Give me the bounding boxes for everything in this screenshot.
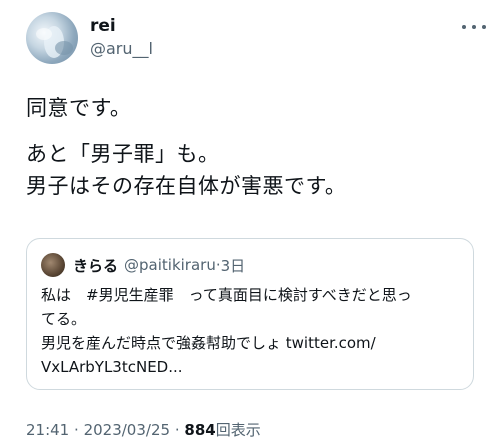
quoted-tweet[interactable]: きらる @paitikiraru · 3日 私は #男児生産罪 って真面目に検討…	[26, 238, 474, 390]
user-handle[interactable]: @aru__l	[90, 38, 153, 60]
author-info: rei @aru__l	[90, 16, 153, 60]
tweet-text-line: あと「男子罪」も。	[26, 142, 220, 166]
separator-dot: ·	[74, 421, 79, 439]
display-name[interactable]: rei	[90, 16, 153, 36]
quoted-text-line: 男児を産んだ時点で強姦幇助でしょ twitter.com/	[41, 334, 376, 352]
quoted-tweet-header: きらる @paitikiraru · 3日	[41, 253, 459, 277]
views-label: 回表示	[215, 421, 261, 439]
quoted-tweet-text: 私は #男児生産罪 って真面目に検討すべきだと思っ てる。 男児を産んだ時点で強…	[41, 283, 459, 379]
tweet-text: 同意です。 あと「男子罪」も。 男子はその存在自体が害悪です。	[26, 92, 486, 202]
quoted-avatar	[41, 253, 65, 277]
tweet-meta: 21:41 · 2023/03/25 · 884回表示	[26, 420, 261, 440]
quoted-text-line: 私は #男児生産罪 って真面目に検討すべきだと思っ	[41, 286, 412, 304]
quoted-display-name: きらる	[73, 256, 119, 275]
quoted-text-line: てる。	[41, 310, 87, 328]
tweet-time[interactable]: 21:41	[26, 421, 69, 439]
tweet-card: rei @aru__l 同意です。 あと「男子罪」も。 男子はその存在自体が害悪…	[0, 0, 500, 443]
quoted-date: 3日	[220, 256, 246, 275]
tweet-date[interactable]: 2023/03/25	[84, 421, 170, 439]
more-horizontal-icon[interactable]	[462, 20, 486, 34]
views-count: 884	[184, 421, 216, 439]
tweet-text-line: 男子はその存在自体が害悪です。	[26, 174, 347, 198]
avatar[interactable]	[26, 12, 78, 64]
quoted-text-line: VxLArbYL3tcNED...	[41, 358, 183, 376]
separator-dot: ·	[174, 421, 180, 439]
tweet-text-line: 同意です。	[26, 96, 132, 120]
quoted-handle: @paitikiraru	[124, 256, 216, 274]
